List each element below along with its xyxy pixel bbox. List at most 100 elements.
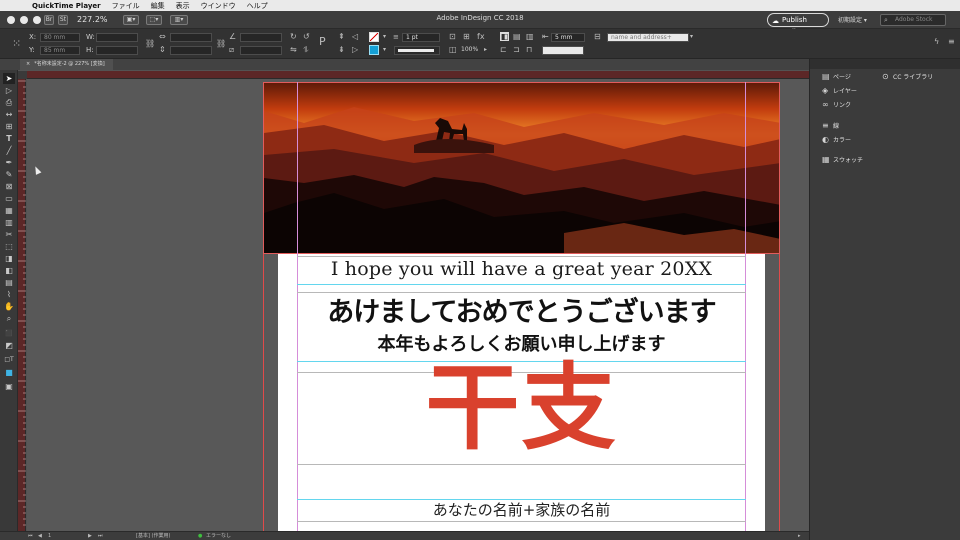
stroke-weight-field[interactable]: 1 pt (402, 33, 440, 42)
opacity-value[interactable]: 100% (461, 46, 478, 53)
gradient-feather-tool-icon[interactable]: ◧ (3, 265, 15, 276)
view-options-button[interactable]: ▣▾ (123, 15, 139, 25)
menu-help[interactable]: ヘルプ (247, 1, 268, 11)
layers-panel-button[interactable]: ◈ レイヤー (822, 86, 857, 96)
select-content-icon[interactable]: ⇟ (338, 45, 345, 54)
default-colors-icon[interactable]: ⬛ (3, 328, 15, 339)
panel-dock-header[interactable] (810, 59, 960, 69)
page-number-field[interactable]: 1 (48, 532, 51, 540)
zoom-tool-icon[interactable]: ⌕ (3, 313, 15, 324)
horizontal-ruler[interactable] (27, 71, 809, 79)
object-style-dropdown-icon[interactable]: ▾ (690, 32, 693, 41)
preflight-profile[interactable]: [基本] (作業用) (136, 532, 170, 540)
preflight-status-text[interactable]: エラーなし (206, 532, 231, 540)
publish-online-button[interactable]: ☁ Publish Online (767, 13, 829, 36)
reference-point-icon[interactable]: ⁙ (12, 38, 21, 49)
workspace-switcher[interactable]: 初期設定 ▾ (838, 15, 867, 24)
close-window-button[interactable] (7, 16, 15, 24)
zoom-level[interactable]: 227.2% (77, 15, 108, 24)
select-next-icon[interactable]: ▷ (352, 45, 358, 54)
opacity-dropdown-icon[interactable]: ▸ (484, 45, 487, 54)
page-tool-icon[interactable]: ⎙ (3, 97, 15, 108)
content-collector-icon[interactable]: ⊞ (3, 121, 15, 132)
align-left-icon[interactable]: ⊏ (500, 45, 507, 54)
close-tab-icon[interactable]: × (26, 61, 30, 67)
stroke-panel-button[interactable]: ≡ 線 (822, 121, 839, 131)
rotate-cw-icon[interactable]: ↻ (290, 32, 297, 41)
fill-swatch[interactable] (369, 32, 379, 42)
color-field[interactable] (542, 46, 584, 55)
gap-field[interactable]: 5 mm (551, 33, 585, 42)
stock-search-input[interactable]: ⌕ Adobe Stock (880, 14, 946, 26)
menu-file[interactable]: ファイル (112, 1, 140, 11)
previous-page-icon[interactable]: ◀ (38, 532, 42, 540)
greeting-japanese-sub-text[interactable]: 本年もよろしくお願い申し上げます (297, 330, 746, 356)
family-names-text[interactable]: あなたの名前+家族の名前 (297, 499, 746, 520)
pen-tool-icon[interactable]: ✒ (3, 157, 15, 168)
ruler-origin[interactable] (18, 71, 27, 79)
free-transform-tool-icon[interactable]: ⬚ (3, 241, 15, 252)
gradient-swatch-tool-icon[interactable]: ◨ (3, 253, 15, 264)
scroll-right-icon[interactable]: ▸ (798, 532, 801, 540)
screen-mode-icon[interactable]: ▣ (3, 381, 15, 392)
sunset-photo-frame[interactable] (263, 82, 780, 254)
apply-color-icon[interactable]: ■ (3, 367, 15, 378)
x-field[interactable]: 80 mm (40, 33, 80, 42)
text-wrap-icon[interactable]: ⊡ (449, 32, 456, 41)
document-tab[interactable]: × *名称未設定-2 @ 227% [変換] (20, 59, 113, 70)
stock-button[interactable]: St (58, 15, 68, 25)
swatches-panel-button[interactable]: ▦ スウォッチ (822, 155, 863, 165)
eyedropper-tool-icon[interactable]: ⌇ (3, 289, 15, 300)
bridge-button[interactable]: Br (44, 15, 54, 25)
constrain-proportions-icon[interactable]: ⛓ (145, 39, 155, 48)
menu-view[interactable]: 表示 (176, 1, 190, 11)
scissors-tool-icon[interactable]: ✂ (3, 229, 15, 240)
corner-options-icon[interactable]: ◧ (500, 32, 509, 41)
gap-tool-icon[interactable]: ↔ (3, 109, 15, 120)
arrange-documents-button[interactable]: ▥▾ (170, 15, 188, 25)
eto-text[interactable]: 干支 (297, 354, 746, 464)
rotation-field[interactable] (240, 33, 282, 42)
color-panel-button[interactable]: ◐ カラー (822, 135, 851, 145)
constrain-scale-icon[interactable]: ⛓ (216, 39, 226, 48)
last-page-icon[interactable]: ⏭ (98, 532, 103, 540)
first-page-icon[interactable]: ⏮ (28, 532, 33, 540)
greeting-english-text[interactable]: I hope you will have a great year 20XX (297, 258, 746, 280)
object-style-select[interactable]: name and address+ (607, 33, 689, 42)
fill-stroke-swatch-icon[interactable]: ◩ (3, 340, 15, 351)
scale-y-field[interactable] (170, 46, 212, 55)
pencil-tool-icon[interactable]: ✎ (3, 169, 15, 180)
panel-menu-icon[interactable]: ≡ (948, 37, 955, 46)
shear-field[interactable] (240, 46, 282, 55)
scale-x-field[interactable] (170, 33, 212, 42)
lightning-icon[interactable]: ϟ (934, 37, 939, 46)
table-tool-icon[interactable]: ▦ (3, 205, 15, 216)
formatting-affects-icon[interactable]: □T (3, 354, 15, 365)
flip-horizontal-icon[interactable]: ⇋ (290, 45, 297, 54)
zoom-window-button[interactable] (33, 16, 41, 24)
frame-fitting-icon[interactable]: ⊞ (463, 32, 470, 41)
align-icon[interactable]: ▤ (513, 32, 521, 41)
rectangle-tool-icon[interactable]: ▭ (3, 193, 15, 204)
fill-dropdown-icon[interactable]: ▾ (383, 32, 386, 41)
next-page-icon[interactable]: ▶ (88, 532, 92, 540)
grid-tool-icon[interactable]: ▥ (3, 217, 15, 228)
pages-panel-button[interactable]: ▤ ページ (822, 72, 851, 82)
minimize-window-button[interactable] (20, 16, 28, 24)
vertical-ruler[interactable] (18, 79, 26, 531)
effects-fx-icon[interactable]: fx (477, 32, 485, 41)
note-tool-icon[interactable]: ▤ (3, 277, 15, 288)
menu-window[interactable]: ウインドウ (201, 1, 236, 11)
flip-vertical-icon[interactable]: ⥮ (303, 45, 309, 54)
align-center-icon[interactable]: ⊐ (513, 45, 520, 54)
greeting-japanese-main-text[interactable]: あけましておめでとうございます (297, 290, 746, 329)
links-panel-button[interactable]: ∞ リンク (822, 100, 851, 110)
rectangle-frame-tool-icon[interactable]: ⊠ (3, 181, 15, 192)
hand-tool-icon[interactable]: ✋ (3, 301, 15, 312)
selection-tool-icon[interactable]: ➤ (3, 73, 15, 84)
direct-selection-tool-icon[interactable]: ▷ (3, 85, 15, 96)
distribute-icon[interactable]: ▥ (526, 32, 534, 41)
rotate-ccw-icon[interactable]: ↺ (303, 32, 310, 41)
menu-app-name[interactable]: QuickTime Player (32, 2, 101, 10)
w-field[interactable] (96, 33, 138, 42)
